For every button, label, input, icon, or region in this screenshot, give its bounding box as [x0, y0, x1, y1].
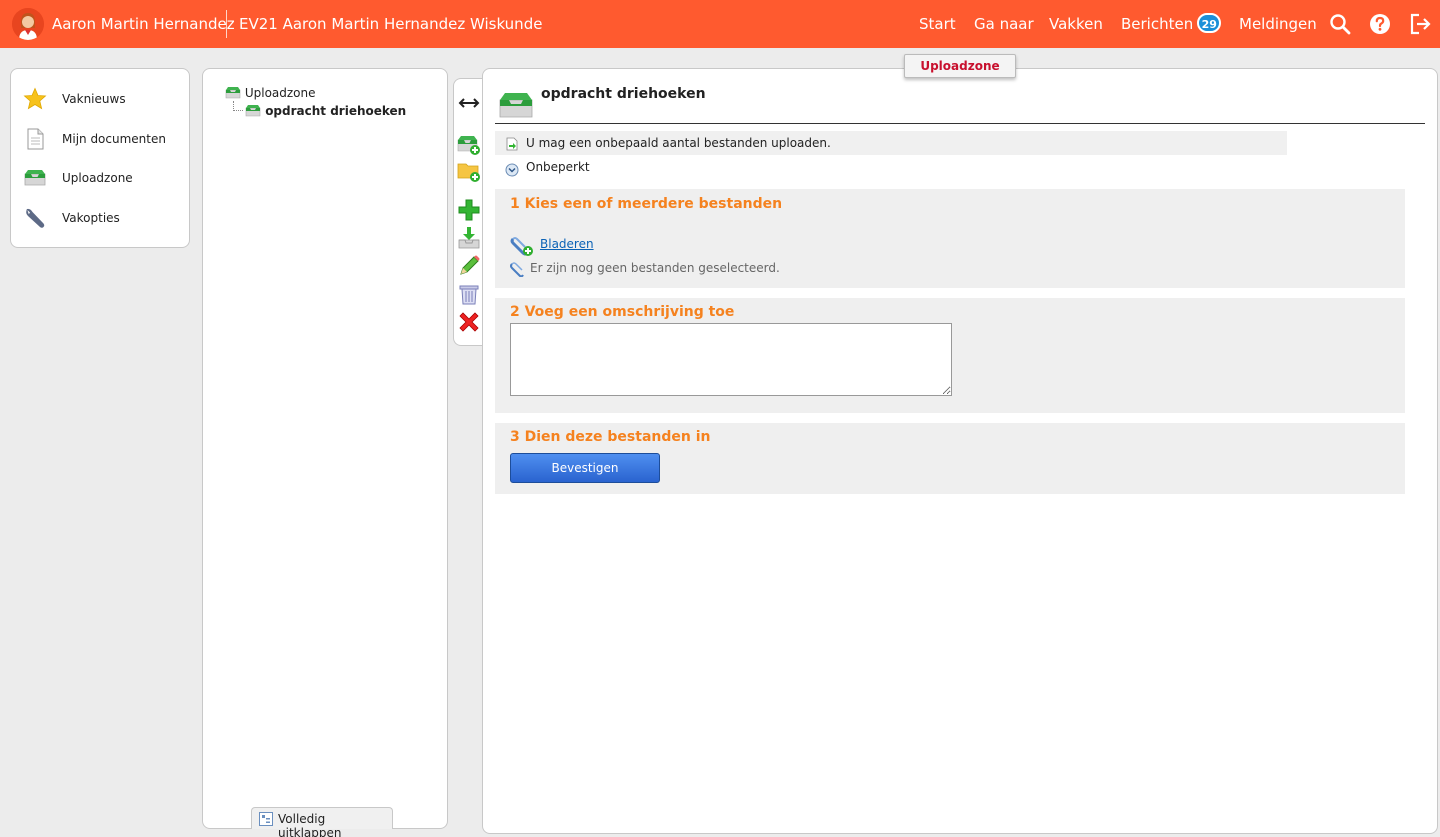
chevron-down-icon[interactable] — [505, 163, 519, 177]
upload-limit-text: Onbeperkt — [526, 160, 590, 174]
sidebar-item-vaknieuws[interactable]: Vaknieuws — [11, 81, 189, 117]
wrench-icon — [23, 206, 47, 230]
uploadzone-tab[interactable]: Uploadzone — [904, 54, 1016, 78]
tree-expand-icon — [259, 812, 273, 826]
search-icon[interactable] — [1328, 12, 1352, 36]
course-sidebar: Vaknieuws Mijn documenten Uploadzone Vak… — [10, 68, 190, 248]
step-description: 2 Voeg een omschrijving toe — [495, 298, 1405, 413]
upload-info-row: U mag een onbepaald aantal bestanden upl… — [495, 131, 1287, 155]
tree-connector — [233, 101, 243, 111]
help-icon[interactable] — [1368, 12, 1392, 36]
step-submit: 3 Dien deze bestanden in Bevestigen — [495, 423, 1405, 494]
tree-item-opdracht-driehoeken[interactable]: opdracht driehoeken — [245, 103, 406, 118]
nav-messages-label: Berichten — [1121, 15, 1194, 33]
messages-count-badge: 29 — [1197, 13, 1222, 33]
logout-icon[interactable] — [1408, 12, 1432, 36]
expand-all-button[interactable]: Volledig uitklappen — [251, 807, 393, 837]
step-title: 3 Dien deze bestanden in — [510, 429, 711, 445]
page-title: opdracht driehoeken — [541, 86, 706, 102]
edit-icon[interactable] — [457, 254, 481, 278]
trash-icon[interactable] — [457, 282, 481, 306]
sidebar-item-label: Vakopties — [62, 211, 120, 225]
resize-icon[interactable] — [457, 91, 481, 115]
download-icon[interactable] — [457, 226, 481, 250]
delete-icon[interactable] — [457, 310, 481, 334]
sidebar-item-vakopties[interactable]: Vakopties — [11, 200, 189, 236]
add-uploadzone-icon[interactable] — [457, 132, 481, 156]
paperclip-add-icon[interactable] — [510, 235, 534, 257]
sidebar-item-mijn-documenten[interactable]: Mijn documenten — [11, 121, 189, 157]
nav-messages[interactable]: Berichten 29 — [1121, 13, 1222, 33]
sidebar-item-label: Uploadzone — [62, 171, 133, 185]
description-textarea[interactable] — [510, 323, 952, 396]
inbox-icon — [245, 105, 261, 117]
browse-link[interactable]: Bladeren — [540, 237, 594, 251]
document-icon — [23, 127, 47, 151]
user-name[interactable]: Aaron Martin Hernandez — [52, 15, 235, 33]
sidebar-item-label: Vaknieuws — [62, 92, 126, 106]
add-icon[interactable] — [457, 198, 481, 222]
tree-item-label: Uploadzone — [244, 86, 316, 100]
course-title[interactable]: EV21 Aaron Martin Hernandez Wiskunde — [239, 15, 542, 33]
topbar-divider — [226, 10, 227, 38]
nav-goto[interactable]: Ga naar — [974, 15, 1034, 33]
tree-item-label: opdracht driehoeken — [265, 104, 407, 118]
step-title: 2 Voeg een omschrijving toe — [510, 304, 735, 320]
step-choose-files: 1 Kies een of meerdere bestanden Bladere… — [495, 189, 1405, 288]
title-divider — [495, 123, 1425, 124]
sidebar-item-label: Mijn documenten — [62, 132, 166, 146]
inbox-icon — [225, 87, 241, 99]
inbox-icon — [23, 166, 47, 190]
nav-start[interactable]: Start — [919, 15, 956, 33]
user-avatar[interactable] — [12, 8, 44, 40]
paperclip-icon — [510, 261, 526, 278]
nav-notifications[interactable]: Meldingen — [1239, 15, 1317, 33]
inbox-icon — [499, 89, 533, 119]
tree-item-uploadzone[interactable]: Uploadzone — [225, 85, 316, 100]
confirm-button[interactable]: Bevestigen — [510, 453, 660, 483]
expand-all-label: Volledig uitklappen — [278, 812, 342, 837]
sidebar-item-uploadzone[interactable]: Uploadzone — [11, 160, 189, 196]
star-icon — [23, 87, 47, 111]
action-toolbar — [453, 78, 485, 346]
nav-courses[interactable]: Vakken — [1049, 15, 1103, 33]
folder-tree-panel: Uploadzone opdracht driehoeken Volledig … — [202, 68, 448, 837]
add-folder-icon[interactable] — [457, 159, 481, 183]
upload-info-icon — [505, 137, 519, 151]
no-files-text: Er zijn nog geen bestanden geselecteerd. — [530, 261, 780, 275]
main-content-panel: opdracht driehoeken U mag een onbepaald … — [482, 68, 1438, 834]
top-bar: Aaron Martin Hernandez EV21 Aaron Martin… — [0, 0, 1440, 48]
upload-info-text: U mag een onbepaald aantal bestanden upl… — [526, 136, 831, 150]
step-title: 1 Kies een of meerdere bestanden — [510, 196, 783, 212]
